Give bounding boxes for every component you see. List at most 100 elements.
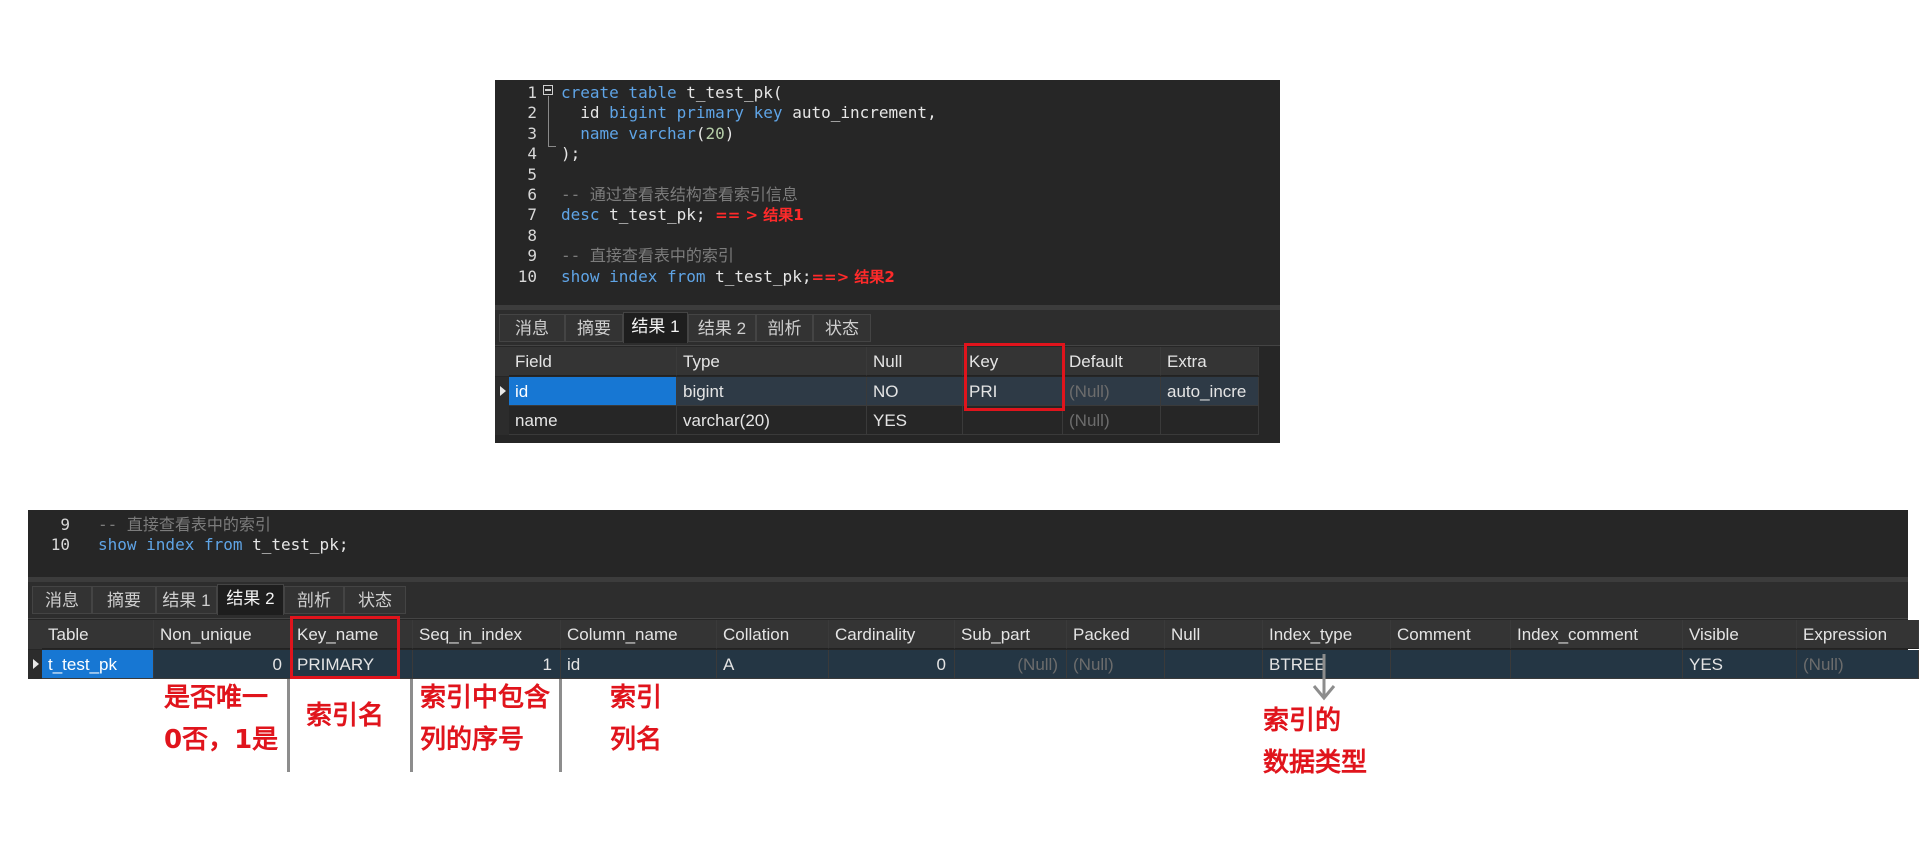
line-number: 7: [527, 205, 537, 225]
table-cell[interactable]: 0: [154, 650, 291, 679]
table-cell[interactable]: id: [561, 650, 717, 679]
fold-toggle-icon[interactable]: [543, 85, 553, 95]
line-number: 8: [527, 225, 537, 245]
sql-editor[interactable]: 9 -- 直接查看表中的索引 10 show index from t_test_pk…: [28, 510, 1908, 577]
code-token: show index from: [561, 266, 716, 286]
annotation-index-type: 索引的 数据类型: [1263, 700, 1367, 784]
navicat-panel-desc: 1 create table t_test_pk(2 id bigint prim…: [495, 80, 1280, 443]
code-token: 20: [705, 123, 725, 143]
annotation-text: 索引: [610, 683, 663, 713]
row-marker[interactable]: [495, 377, 509, 406]
column-header-collation[interactable]: Collation: [717, 620, 829, 649]
annotation-column-name: 索引 列名: [610, 677, 662, 761]
divider-line: [410, 679, 413, 772]
code-token: (: [695, 123, 706, 143]
row-marker[interactable]: [28, 650, 42, 679]
table-cell[interactable]: [1511, 650, 1683, 679]
tab-3[interactable]: 结果 2: [217, 584, 284, 615]
highlight-box-key: [964, 343, 1065, 411]
table-cell[interactable]: (Null): [1063, 377, 1161, 406]
column-header-comment[interactable]: Comment: [1391, 620, 1511, 649]
column-header-expression[interactable]: Expression: [1797, 620, 1919, 649]
table-cell[interactable]: [1161, 406, 1259, 435]
divider-line: [287, 679, 290, 772]
column-header-visible[interactable]: Visible: [1683, 620, 1797, 649]
tab-3[interactable]: 结果 2: [688, 314, 756, 342]
tab-5[interactable]: 状态: [813, 314, 871, 342]
table-cell[interactable]: (Null): [1797, 650, 1919, 679]
code-token: -- 直接查看表中的索引: [98, 515, 271, 534]
annotation-text: 是否唯一: [164, 683, 269, 713]
row-marker[interactable]: [495, 406, 509, 435]
tab-4[interactable]: 剖析: [284, 586, 344, 614]
line-number: 9: [60, 515, 70, 534]
column-header-packed[interactable]: Packed: [1067, 620, 1165, 649]
result-annotation: == > 结果1: [715, 206, 804, 225]
column-header-type[interactable]: Type: [677, 347, 867, 376]
line-number: 10: [50, 535, 70, 555]
code-token: create table: [561, 83, 687, 102]
code-text: );: [561, 144, 580, 164]
tab-1[interactable]: 摘要: [565, 314, 623, 342]
code-token: t_test_pk;: [715, 266, 812, 286]
code-text: show index from t_test_pk;==> 结果2: [561, 267, 895, 287]
down-arrow-icon: [1312, 654, 1336, 701]
annotation-non-unique: 是否唯一 0否，1是: [164, 677, 278, 761]
column-header-seq_in_index[interactable]: Seq_in_index: [413, 620, 561, 649]
table-cell[interactable]: (Null): [1067, 650, 1165, 679]
sql-editor[interactable]: 1 create table t_test_pk(2 id bigint prim…: [495, 80, 1280, 302]
line-number: 10: [517, 266, 537, 286]
annotation-text: 索引名: [306, 701, 385, 731]
column-header-non_unique[interactable]: Non_unique: [154, 620, 291, 649]
column-header-table[interactable]: Table: [42, 620, 154, 649]
line-number: 2: [527, 103, 537, 123]
table-cell[interactable]: [1391, 650, 1511, 679]
code-text: name varchar(20): [561, 124, 734, 144]
table-row[interactable]: id bigint NO PRI (Null) auto_incre: [495, 377, 1259, 406]
code-token: bigint primary key: [609, 103, 793, 123]
navicat-panel-show-index: 9 -- 直接查看表中的索引 10 show index from t_test_pk…: [28, 510, 1919, 679]
table-row[interactable]: name varchar(20) YES (Null): [495, 406, 1259, 435]
table-cell[interactable]: YES: [867, 406, 963, 435]
table-cell[interactable]: 0: [829, 650, 955, 679]
fold-guide-line: [548, 96, 549, 146]
column-header-default[interactable]: Default: [1063, 347, 1161, 376]
tab-5[interactable]: 状态: [344, 586, 406, 614]
table-cell[interactable]: (Null): [955, 650, 1067, 679]
tab-0[interactable]: 消息: [32, 586, 92, 614]
column-header-extra[interactable]: Extra: [1161, 347, 1259, 376]
table-cell[interactable]: id: [509, 377, 677, 406]
table-cell[interactable]: name: [509, 406, 677, 435]
line-number: 3: [527, 123, 537, 143]
column-header-column_name[interactable]: Column_name: [561, 620, 717, 649]
tab-4[interactable]: 剖析: [756, 314, 813, 342]
table-cell[interactable]: t_test_pk: [42, 650, 154, 679]
column-header-sub_part[interactable]: Sub_part: [955, 620, 1067, 649]
code-token: name varchar: [580, 123, 696, 143]
table-cell[interactable]: (Null): [1063, 406, 1161, 435]
table-cell[interactable]: bigint: [677, 377, 867, 406]
column-header-index_type[interactable]: Index_type: [1263, 620, 1391, 649]
table-cell[interactable]: varchar(20): [677, 406, 867, 435]
code-text: create table t_test_pk(: [561, 83, 783, 103]
line-number: 5: [527, 164, 537, 184]
column-header-index_comment[interactable]: Index_comment: [1511, 620, 1683, 649]
code-text: -- 直接查看表中的索引: [561, 246, 734, 266]
table-cell[interactable]: auto_incre: [1161, 377, 1259, 406]
table-cell[interactable]: A: [717, 650, 829, 679]
column-header-field[interactable]: Field: [509, 347, 677, 376]
tab-0[interactable]: 消息: [499, 314, 565, 342]
table-cell[interactable]: 1: [413, 650, 561, 679]
tab-2[interactable]: 结果 1: [623, 312, 688, 343]
column-header-null[interactable]: Null: [867, 347, 963, 376]
table-cell[interactable]: NO: [867, 377, 963, 406]
code-token: id: [561, 103, 610, 123]
table-cell[interactable]: [1165, 650, 1263, 679]
tab-2[interactable]: 结果 1: [156, 586, 217, 614]
column-header-null[interactable]: Null: [1165, 620, 1263, 649]
annotation-text: 索引中包含: [420, 683, 551, 713]
table-cell[interactable]: YES: [1683, 650, 1797, 679]
column-header-cardinality[interactable]: Cardinality: [829, 620, 955, 649]
tab-1[interactable]: 摘要: [92, 586, 156, 614]
